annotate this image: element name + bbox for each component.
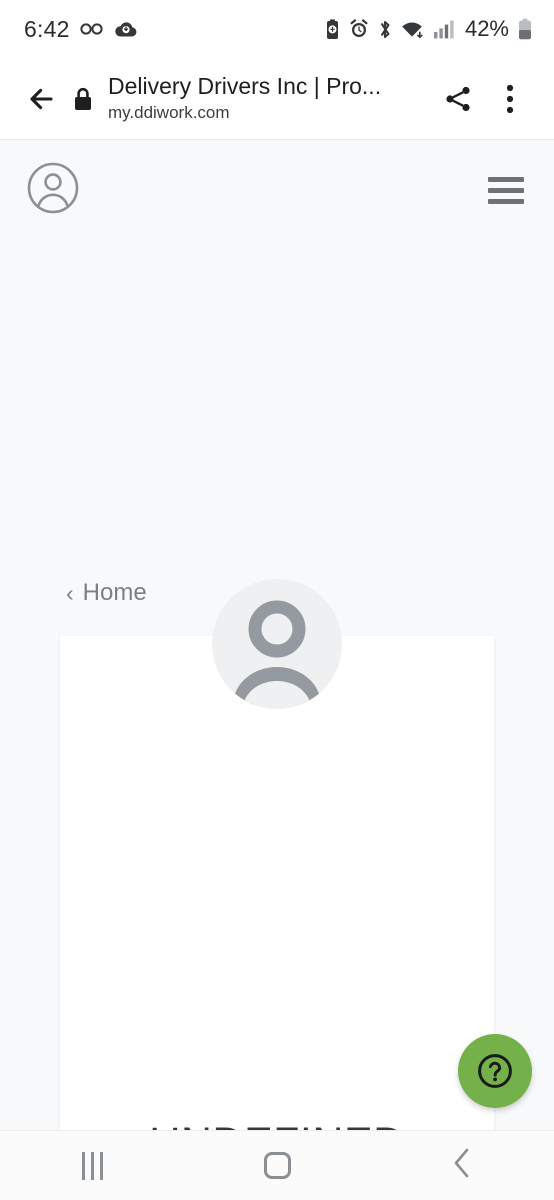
phone-screen: 6:42 42% Delivery Drivers Inc | Pro... m… bbox=[0, 0, 554, 1200]
status-bar-right: 42% bbox=[325, 16, 532, 42]
breadcrumb-label: Home bbox=[82, 579, 147, 606]
cloud-download-icon bbox=[114, 20, 138, 38]
battery-saver-icon bbox=[325, 18, 340, 40]
home-icon bbox=[263, 1152, 291, 1179]
alarm-icon bbox=[349, 19, 369, 39]
page-title: Delivery Drivers Inc | Pro... bbox=[108, 73, 382, 99]
breadcrumb-chevron-icon: ‹ bbox=[66, 579, 74, 606]
omnibox[interactable]: Delivery Drivers Inc | Pro... my.ddiwork… bbox=[102, 72, 432, 125]
recents-icon bbox=[81, 1151, 103, 1180]
help-button[interactable] bbox=[458, 1034, 532, 1108]
breadcrumb-home-link[interactable]: ‹ Home bbox=[66, 579, 147, 607]
profile-avatar bbox=[212, 579, 342, 709]
voicemail-icon bbox=[79, 22, 104, 36]
status-time: 6:42 bbox=[24, 15, 70, 42]
status-bar-left: 6:42 bbox=[24, 16, 138, 43]
bluetooth-icon bbox=[378, 19, 392, 40]
nav-back-button[interactable] bbox=[369, 1131, 554, 1200]
browser-back-button[interactable] bbox=[20, 77, 64, 121]
battery-percent-label: 42% bbox=[464, 16, 509, 41]
hamburger-menu-icon[interactable] bbox=[488, 176, 524, 204]
share-button[interactable] bbox=[432, 73, 484, 125]
account-circle-icon[interactable] bbox=[26, 161, 80, 220]
browser-menu-button[interactable] bbox=[484, 73, 536, 125]
wifi-icon bbox=[401, 20, 425, 39]
status-bar: 6:42 42% bbox=[0, 0, 554, 58]
site-lock-icon bbox=[64, 86, 102, 112]
battery-icon bbox=[518, 18, 532, 40]
cellular-signal-icon bbox=[433, 20, 454, 39]
person-avatar-icon bbox=[233, 600, 321, 709]
back-chevron-icon bbox=[451, 1147, 473, 1184]
recents-button[interactable] bbox=[0, 1131, 185, 1200]
android-nav-bar bbox=[0, 1130, 554, 1200]
page-url: my.ddiwork.com bbox=[108, 103, 230, 122]
help-circle-icon bbox=[478, 1054, 512, 1088]
browser-toolbar: Delivery Drivers Inc | Pro... my.ddiwork… bbox=[0, 58, 554, 140]
page-content: ‹ Home UNDEFINED UNDEFINED Username bbox=[0, 240, 554, 1200]
app-header bbox=[0, 140, 554, 240]
home-button[interactable] bbox=[185, 1131, 370, 1200]
profile-card: UNDEFINED UNDEFINED Username bbox=[60, 636, 494, 1200]
